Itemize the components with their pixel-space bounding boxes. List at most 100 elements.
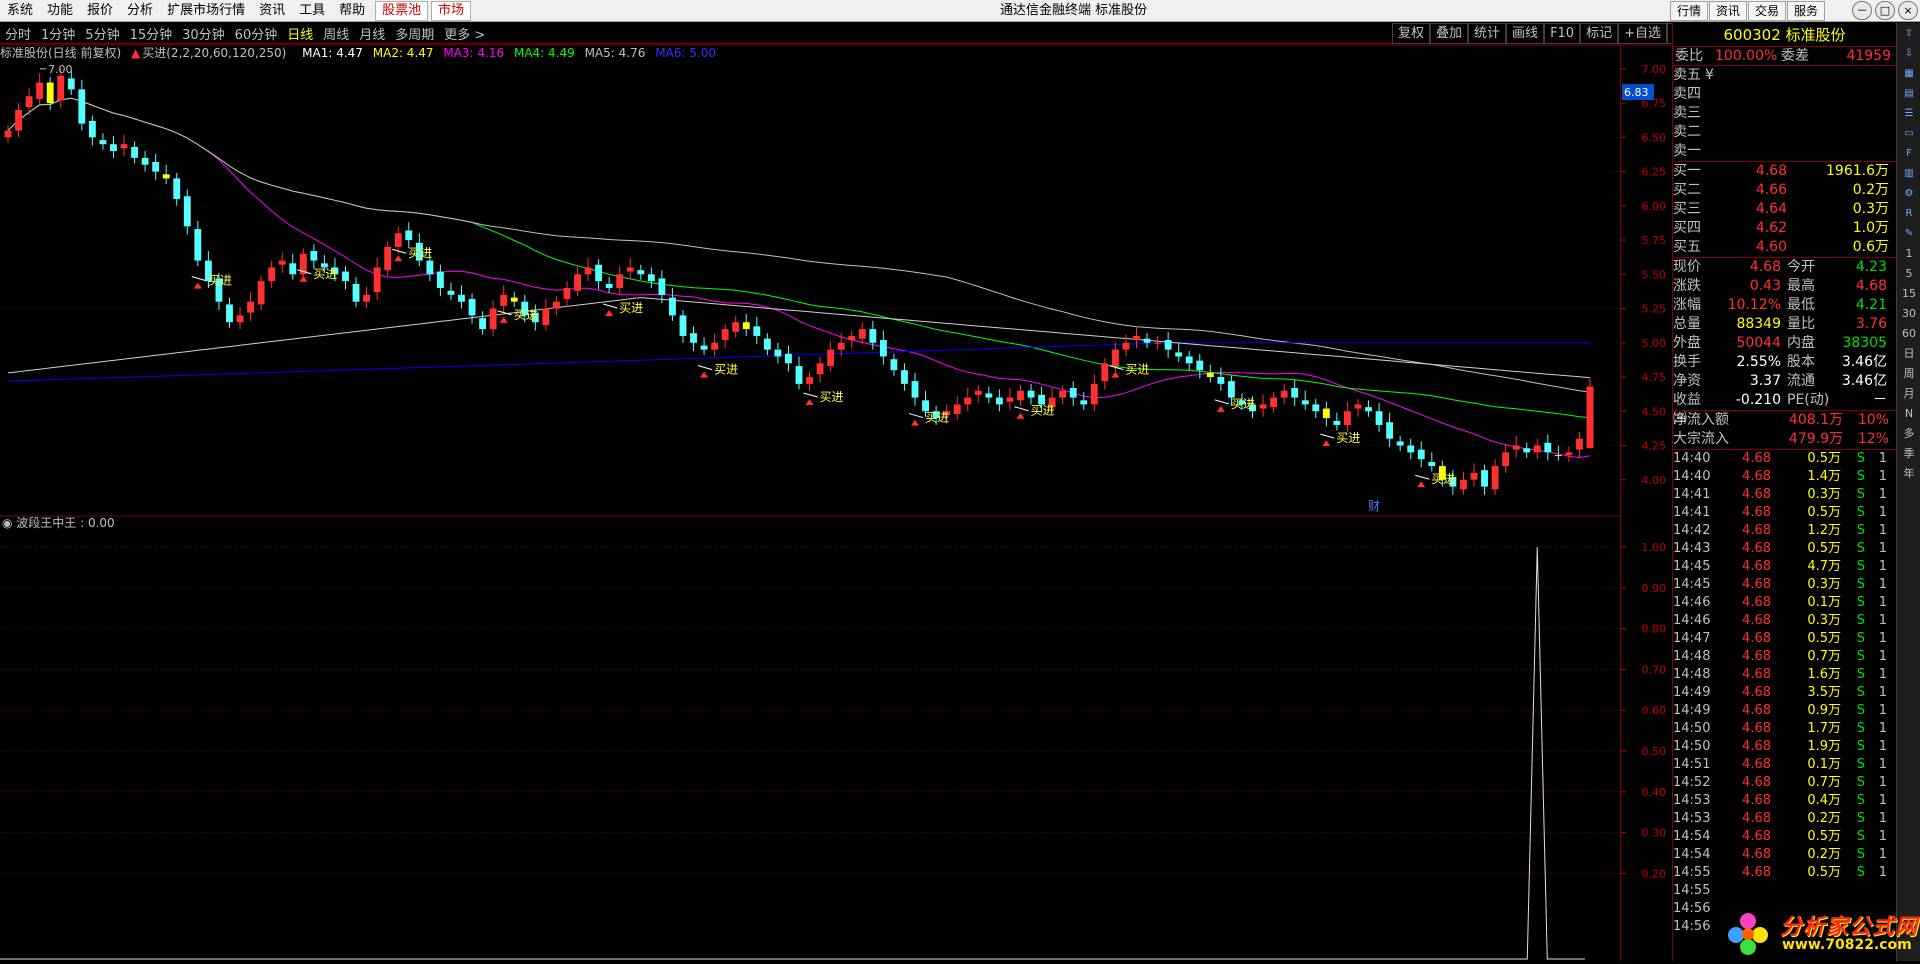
period-shortcut-8[interactable]: N [1898, 405, 1920, 423]
menu-item-6[interactable]: 工具 [292, 0, 332, 22]
stat-label: 最低 [1787, 297, 1815, 313]
kline-chart[interactable]: 7.006.756.506.256.005.755.505.255.004.75… [0, 44, 1672, 961]
tick-count: 1 [1878, 541, 1887, 556]
ma5-value: MA5: 4.76 [584, 46, 646, 60]
y-tick-label: 4.00 [1642, 474, 1667, 487]
period-tab-2[interactable]: 5分钟 [80, 24, 124, 43]
tick-time: 14:41 [1673, 505, 1711, 520]
period-tab-3[interactable]: 15分钟 [125, 24, 178, 43]
candle-body [626, 267, 634, 272]
candle-body [837, 342, 845, 350]
stat-row: 涨跌 0.43 最高 4.68 [1673, 277, 1896, 296]
tick-time: 14:40 [1673, 469, 1711, 484]
grid-icon[interactable]: ▤ [1898, 85, 1920, 103]
period-tab-10[interactable]: 更多 > [439, 24, 490, 43]
collapse-icon[interactable]: ◉ [2, 516, 16, 530]
tick-side: S [1856, 595, 1865, 610]
menu-highlight-0[interactable]: 股票池 [375, 0, 429, 21]
menu-item-3[interactable]: 分析 [120, 0, 160, 22]
tool-button-4[interactable]: F10 [1544, 23, 1581, 44]
candle [742, 314, 750, 336]
tick-list[interactable]: 14:40 4.68 0.5万 S 1 14:40 4.68 1.4万 S 1 14:41 4.68 0… [1673, 450, 1896, 936]
candle [1154, 335, 1162, 350]
sub-y-tick-label: 0.60 [1642, 704, 1667, 717]
menu-item-4[interactable]: 扩展市场行情 [160, 0, 252, 22]
tick-count: 1 [1878, 811, 1887, 826]
candle-body [352, 283, 360, 302]
arrow-up-icon[interactable]: ⇧ [1898, 25, 1920, 43]
period-shortcut-9[interactable]: 多 [1898, 425, 1920, 443]
tool-button-5[interactable]: 标记 [1580, 23, 1619, 44]
period-tab-1[interactable]: 1分钟 [36, 24, 80, 43]
period-shortcut-11[interactable]: 年 [1898, 465, 1920, 483]
tool-button-1[interactable]: 叠加 [1430, 23, 1469, 44]
chart-icon[interactable]: ▦ [1898, 65, 1920, 83]
menu-item-5[interactable]: 资讯 [252, 0, 292, 22]
candle [25, 88, 33, 116]
period-shortcut-6[interactable]: 周 [1898, 365, 1920, 383]
period-shortcut-2[interactable]: 15 [1898, 285, 1920, 303]
tool-button-3[interactable]: 画线 [1506, 23, 1545, 44]
period-tab-4[interactable]: 30分钟 [177, 24, 230, 43]
period-tab-9[interactable]: 多周期 [390, 24, 439, 43]
period-shortcut-4[interactable]: 60 [1898, 325, 1920, 343]
candle [1280, 383, 1288, 405]
candle [15, 103, 22, 138]
gear-icon[interactable]: ⚙ [1898, 185, 1920, 203]
f10-icon[interactable]: F [1898, 145, 1920, 163]
candle [890, 353, 898, 376]
candle-body [278, 260, 286, 265]
tool-button-2[interactable]: 统计 [1468, 23, 1507, 44]
menu-highlight-1[interactable]: 市场 [431, 0, 472, 21]
close-icon[interactable]: × [1898, 1, 1918, 20]
period-shortcut-7[interactable]: 月 [1898, 385, 1920, 403]
menu-item-0[interactable]: 系统 [0, 0, 40, 22]
sell-row: 卖五 ¥ [1673, 66, 1896, 85]
pen-icon[interactable]: ✎ [1898, 225, 1920, 243]
buy-row: 买四 4.62 1.0万 [1673, 219, 1896, 238]
sub-indicator-title[interactable]: ◉ 波段王中王 : 0.00 [2, 514, 115, 531]
top-button-2[interactable]: 交易 [1747, 1, 1786, 21]
menu-item-1[interactable]: 功能 [40, 0, 80, 22]
doc-icon[interactable]: ▭ [1898, 125, 1920, 143]
candle [774, 342, 782, 364]
top-button-1[interactable]: 资讯 [1708, 1, 1747, 21]
period-tab-5[interactable]: 60分钟 [230, 24, 283, 43]
tick-time: 14:42 [1673, 523, 1711, 538]
top-button-0[interactable]: 行情 [1669, 1, 1708, 21]
period-shortcut-0[interactable]: 1 [1898, 245, 1920, 263]
period-shortcut-3[interactable]: 30 [1898, 305, 1920, 323]
period-shortcut-5[interactable]: 日 [1898, 345, 1920, 363]
period-tab-7[interactable]: 周线 [318, 24, 354, 43]
rsi-icon[interactable]: R [1898, 205, 1920, 223]
period-tab-8[interactable]: 月线 [354, 24, 390, 43]
tool-button-6[interactable]: +自选 [1618, 23, 1668, 44]
maximize-icon[interactable]: □ [1875, 1, 1895, 20]
sell-volume [1787, 85, 1889, 104]
top-button-3[interactable]: 服务 [1786, 1, 1825, 21]
tick-count: 1 [1878, 847, 1887, 862]
tick-time: 14:55 [1673, 883, 1711, 898]
period-tab-0[interactable]: 分时 [0, 24, 36, 43]
list-icon[interactable]: ☰ [1898, 105, 1920, 123]
fund-flows: 净流入额 408.1万 10% 大宗流入 479.9万 12% [1673, 411, 1896, 450]
y-tick-label: 4.25 [1642, 440, 1667, 453]
minimize-icon[interactable]: － [1852, 1, 1872, 20]
menu-item-7[interactable]: 帮助 [332, 0, 372, 22]
candle [152, 153, 160, 180]
candle-body [436, 271, 444, 288]
tick-time: 14:45 [1673, 577, 1711, 592]
period-shortcut-1[interactable]: 5 [1898, 265, 1920, 283]
arrow-down-icon[interactable]: ⇩ [1898, 45, 1920, 63]
tick-side: S [1856, 649, 1865, 664]
period-shortcut-10[interactable]: 季 [1898, 445, 1920, 463]
tick-count: 1 [1878, 703, 1887, 718]
tick-time: 14:40 [1673, 451, 1711, 466]
tick-row: 14:55 [1673, 882, 1896, 900]
tool-button-0[interactable]: 复权 [1392, 23, 1431, 44]
buy-pointer [1415, 474, 1430, 480]
candle [384, 241, 392, 276]
menu-item-2[interactable]: 报价 [80, 0, 120, 22]
period-tab-6[interactable]: 日线 [282, 24, 318, 43]
book-icon[interactable]: ▥ [1898, 165, 1920, 183]
